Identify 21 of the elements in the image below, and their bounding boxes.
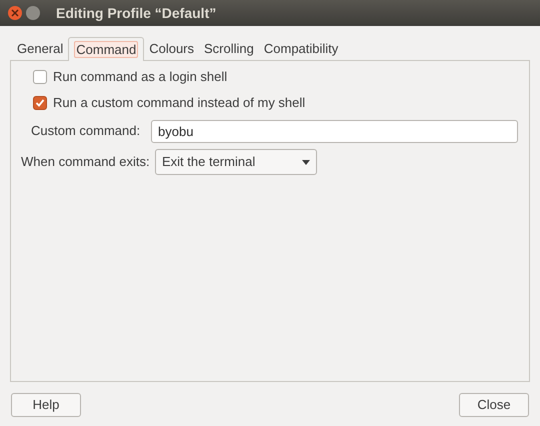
close-button[interactable] <box>8 6 22 20</box>
checkmark-icon <box>35 98 45 108</box>
tab[interactable]: Colours <box>144 38 200 60</box>
field-label: When command exits: <box>21 153 147 172</box>
checkbox[interactable] <box>33 70 47 84</box>
tab[interactable]: Scrolling <box>199 38 259 60</box>
minimize-button[interactable] <box>26 6 40 20</box>
tab[interactable]: Compatibility <box>258 38 344 60</box>
caret-icon <box>302 160 310 164</box>
dropdown[interactable]: Exit the terminal <box>155 149 317 175</box>
tab[interactable]: General <box>12 38 68 60</box>
input-field[interactable]: byobu <box>151 120 518 142</box>
dialog-button[interactable]: Close <box>459 393 529 417</box>
close-icon <box>11 9 19 17</box>
tab[interactable]: Command <box>68 37 144 61</box>
window-title: Editing Profile “Default” <box>56 4 216 23</box>
checkbox-label: Run command as a login shell <box>53 68 228 86</box>
dialog-button[interactable]: Help <box>11 393 81 417</box>
checkbox-label: Run a custom command instead of my shell <box>53 94 306 112</box>
checkbox[interactable] <box>33 96 47 110</box>
field-label: Custom command: <box>31 122 139 140</box>
